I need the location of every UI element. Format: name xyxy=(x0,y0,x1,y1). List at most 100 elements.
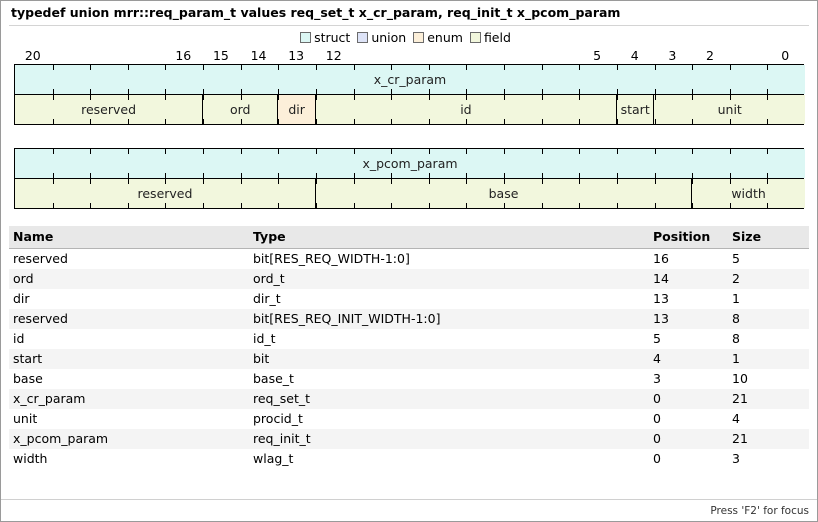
bitfield-cell-label: id xyxy=(460,102,471,117)
bitfield-cell-start[interactable]: start xyxy=(617,95,655,124)
cell-position: 0 xyxy=(649,429,728,449)
cell-type: base_t xyxy=(249,369,649,389)
bitfield-cell-label: base xyxy=(489,186,519,201)
cell-type: id_t xyxy=(249,329,649,349)
cell-name: base xyxy=(9,369,249,389)
cell-size: 5 xyxy=(728,249,809,270)
legend-item-enum: enum xyxy=(413,30,463,45)
legend-item-struct: struct xyxy=(300,30,350,45)
bitfield-cell-base[interactable]: base xyxy=(316,179,692,208)
cell-position: 13 xyxy=(649,289,728,309)
legend-label: struct xyxy=(314,30,350,45)
cell-position: 14 xyxy=(649,269,728,289)
ruler-tick-label-20: 20 xyxy=(25,48,41,63)
cell-name: unit xyxy=(9,409,249,429)
bit-ruler: 20161514131254320 xyxy=(14,48,804,64)
table-row[interactable]: dirdir_t131 xyxy=(9,289,809,309)
table-row[interactable]: unitprocid_t04 xyxy=(9,409,809,429)
table-header-row: Name Type Position Size xyxy=(9,226,809,249)
bitfield-diagram-x_cr_param: 20161514131254320x_cr_paramreservedorddi… xyxy=(14,48,804,125)
cell-type: bit[RES_REQ_INIT_WIDTH-1:0] xyxy=(249,309,649,329)
cell-type: req_set_t xyxy=(249,389,649,409)
row-cells: reserved ord dir id start unit xyxy=(15,95,803,124)
column-header-type[interactable]: Type xyxy=(249,226,649,249)
cell-type: req_init_t xyxy=(249,429,649,449)
ruler-tick-label-12: 12 xyxy=(326,48,342,63)
cell-size: 8 xyxy=(728,309,809,329)
ruler-tick-label-0: 0 xyxy=(781,48,789,63)
cell-position: 0 xyxy=(649,449,728,469)
column-header-name[interactable]: Name xyxy=(9,226,249,249)
table-row[interactable]: widthwlag_t03 xyxy=(9,449,809,469)
table-row[interactable]: basebase_t310 xyxy=(9,369,809,389)
bitfield-cell-label: x_cr_param xyxy=(374,72,446,87)
diagram-struct-row: x_cr_param xyxy=(14,64,804,94)
cell-size: 10 xyxy=(728,369,809,389)
cell-type: procid_t xyxy=(249,409,649,429)
cell-name: ord xyxy=(9,269,249,289)
bitfield-cell-label: start xyxy=(621,102,650,117)
bitfield-cell-reserved[interactable]: reserved xyxy=(15,95,203,124)
page-title: typedef union mrr::req_param_t values re… xyxy=(1,1,817,25)
table-row[interactable]: reservedbit[RES_REQ_INIT_WIDTH-1:0]138 xyxy=(9,309,809,329)
cell-position: 13 xyxy=(649,309,728,329)
diagram-fields-row: reserved ord dir id start unit xyxy=(14,94,804,125)
column-header-size[interactable]: Size xyxy=(728,226,809,249)
legend-item-union: union xyxy=(357,30,406,45)
status-bar: Press 'F2' for focus xyxy=(1,499,817,521)
bitfield-cell-ord[interactable]: ord xyxy=(203,95,278,124)
bitfield-cell-dir[interactable]: dir xyxy=(278,95,316,124)
ruler-tick-label-5: 5 xyxy=(593,48,601,63)
bitfield-cell-label: x_pcom_param xyxy=(362,156,457,171)
cell-name: dir xyxy=(9,289,249,309)
legend-label: field xyxy=(484,30,511,45)
legend-label: enum xyxy=(427,30,463,45)
cell-type: bit[RES_REQ_WIDTH-1:0] xyxy=(249,249,649,270)
table-row[interactable]: idid_t58 xyxy=(9,329,809,349)
ruler-tick-label-4: 4 xyxy=(631,48,639,63)
cell-name: x_pcom_param xyxy=(9,429,249,449)
table-row[interactable]: reservedbit[RES_REQ_WIDTH-1:0]165 xyxy=(9,249,809,270)
diagram-struct-row: x_pcom_param xyxy=(14,148,804,178)
row-cells: x_cr_param xyxy=(15,65,803,94)
ruler-tick-label-16: 16 xyxy=(175,48,191,63)
cell-name: start xyxy=(9,349,249,369)
table-row[interactable]: x_cr_paramreq_set_t021 xyxy=(9,389,809,409)
diagram-fields-row: reserved base width xyxy=(14,178,804,209)
bitfield-cell-x_cr_param[interactable]: x_cr_param xyxy=(15,65,805,94)
legend: struct union enum field xyxy=(1,26,817,48)
cell-size: 2 xyxy=(728,269,809,289)
ruler-tick-label-2: 2 xyxy=(706,48,714,63)
legend-swatch-field-icon xyxy=(470,32,481,43)
cell-size: 21 xyxy=(728,389,809,409)
fields-table-head: Name Type Position Size xyxy=(9,226,809,249)
cell-position: 5 xyxy=(649,329,728,349)
bitfield-cell-width[interactable]: width xyxy=(692,179,805,208)
bitfield-diagrams: 20161514131254320x_cr_paramreservedorddi… xyxy=(1,48,817,209)
row-cells: reserved base width xyxy=(15,179,803,208)
cell-type: bit xyxy=(249,349,649,369)
cell-type: dir_t xyxy=(249,289,649,309)
bitfield-viewer-window: typedef union mrr::req_param_t values re… xyxy=(0,0,818,522)
table-row[interactable]: x_pcom_paramreq_init_t021 xyxy=(9,429,809,449)
bitfield-cell-reserved[interactable]: reserved xyxy=(15,179,316,208)
bitfield-cell-label: width xyxy=(731,186,765,201)
bitfield-cell-label: ord xyxy=(230,102,251,117)
table-row[interactable]: startbit41 xyxy=(9,349,809,369)
bitfield-cell-unit[interactable]: unit xyxy=(654,95,804,124)
row-cells: x_pcom_param xyxy=(15,149,803,178)
table-row[interactable]: ordord_t142 xyxy=(9,269,809,289)
cell-position: 4 xyxy=(649,349,728,369)
bitfield-cell-id[interactable]: id xyxy=(316,95,617,124)
cell-name: reserved xyxy=(9,249,249,270)
bitfield-cell-label: reserved xyxy=(138,186,193,201)
legend-label: union xyxy=(371,30,406,45)
ruler-tick-label-14: 14 xyxy=(251,48,267,63)
cell-name: id xyxy=(9,329,249,349)
bitfield-cell-x_pcom_param[interactable]: x_pcom_param xyxy=(15,149,805,178)
cell-size: 3 xyxy=(728,449,809,469)
cell-name: reserved xyxy=(9,309,249,329)
column-header-position[interactable]: Position xyxy=(649,226,728,249)
legend-item-field: field xyxy=(470,30,511,45)
legend-swatch-union-icon xyxy=(357,32,368,43)
